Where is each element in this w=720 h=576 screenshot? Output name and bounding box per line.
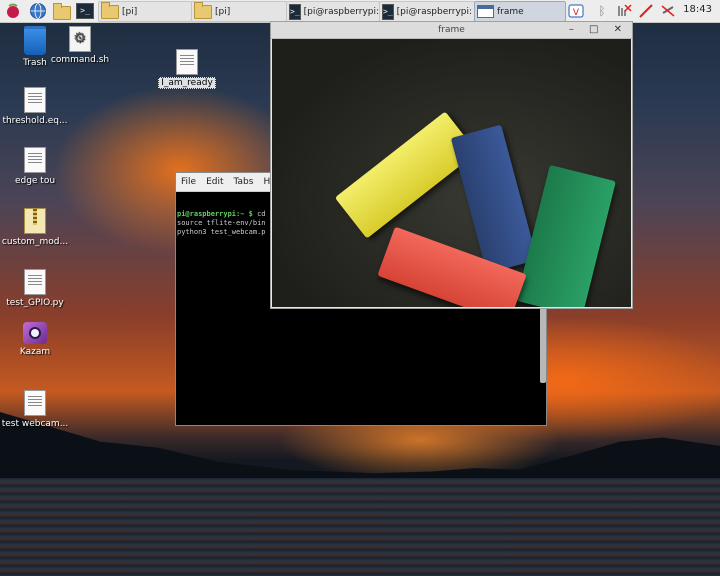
desktop-icon-threshold[interactable]: threshold.eq...: [0, 87, 70, 126]
desktop-icon-kazam[interactable]: Kazam: [0, 322, 70, 357]
frame-titlebar[interactable]: frame – □ ✕: [271, 22, 632, 39]
menu-file[interactable]: File: [176, 177, 201, 187]
desktop-icon-edge[interactable]: edge tou: [0, 147, 70, 186]
bluetooth-icon[interactable]: ᛒ: [594, 3, 610, 19]
raspberry-menu-icon[interactable]: [4, 1, 22, 21]
window-controls[interactable]: – □ ✕: [569, 22, 628, 38]
desktop-icon-label: I_am_ready: [158, 77, 216, 89]
menu-tabs[interactable]: Tabs: [229, 177, 259, 187]
taskbar-button-pi-folder-2[interactable]: [pi]: [191, 1, 287, 22]
desktop-icon-i-am-ready[interactable]: I_am_ready: [152, 49, 222, 89]
svg-text:V: V: [573, 8, 580, 18]
taskbar-button-pi-folder-1[interactable]: [pi]: [98, 1, 192, 22]
window-icon: [477, 5, 494, 18]
desktop-icon-label: test_GPIO.py: [6, 298, 64, 308]
globe-icon[interactable]: [29, 1, 47, 21]
terminal-launcher-icon[interactable]: >_: [76, 1, 97, 21]
menu-edit[interactable]: Edit: [201, 177, 228, 187]
terminal-line: python3 test_webcam.p: [177, 228, 266, 236]
volume-muted-icon[interactable]: [638, 3, 654, 19]
network-disconnected-icon[interactable]: [616, 3, 632, 19]
terminal-line: source tflite-env/bin: [177, 219, 266, 227]
text-file-icon: [24, 147, 46, 173]
text-file-icon: [24, 87, 46, 113]
terminal-command: cd: [252, 210, 266, 218]
desktop-icon-custom-model[interactable]: custom_mod...: [0, 208, 70, 247]
power-disconnected-icon[interactable]: [660, 3, 676, 19]
terminal-scrollbar[interactable]: [540, 303, 546, 383]
webcam-image: [272, 39, 631, 307]
desktop-icon-label: command.sh: [50, 55, 110, 65]
desktop-icon-command-sh[interactable]: command.sh: [45, 26, 115, 65]
green-block: [516, 164, 616, 307]
desktop-icon-label: custom_mod...: [1, 237, 69, 247]
archive-file-icon: [24, 208, 46, 234]
frame-window[interactable]: frame – □ ✕: [270, 21, 633, 309]
desktop-icon-label: Kazam: [19, 347, 51, 357]
text-file-icon: [24, 390, 46, 416]
lake-water: [0, 478, 720, 576]
taskbar-button-label: [pi@raspberrypi: ~: [396, 6, 475, 17]
desktop-icon-label: edge tou: [14, 176, 56, 186]
file-manager-icon[interactable]: [53, 1, 74, 21]
terminal-prompt: pi@raspberrypi:~ $: [177, 210, 253, 218]
desktop-icon-label: threshold.eq...: [2, 116, 68, 126]
taskbar-button-label: [pi]: [122, 6, 138, 17]
text-file-icon: [24, 269, 46, 295]
folder-icon: [194, 2, 212, 19]
trash-icon: [24, 26, 46, 55]
vnc-icon[interactable]: V: [568, 3, 584, 19]
desktop-icon-test-webcam[interactable]: test webcam...: [0, 390, 70, 429]
script-file-icon: [69, 26, 91, 52]
frame-title: frame: [438, 25, 465, 35]
clock[interactable]: 18:43: [683, 4, 712, 15]
taskbar-button-terminal-2[interactable]: >_ [pi@raspberrypi: ~: [379, 1, 475, 22]
camera-icon: [23, 322, 47, 344]
taskbar-button-label: [pi]: [215, 6, 231, 17]
terminal-icon: >_: [289, 3, 301, 20]
terminal-icon: >_: [382, 3, 394, 20]
folder-icon: [101, 2, 119, 19]
taskbar-button-terminal-1[interactable]: >_ [pi@raspberrypi: ...: [286, 1, 380, 22]
text-file-icon: [176, 49, 198, 75]
taskbar-button-label: [pi@raspberrypi: ...: [303, 6, 380, 17]
taskbar-button-frame[interactable]: frame: [474, 1, 566, 22]
taskbar-button-label: frame: [497, 6, 524, 17]
taskbar: >_ [pi] [pi] >_ [pi@raspberrypi: ... >_ …: [0, 0, 720, 23]
yellow-block: [334, 111, 478, 239]
desktop-icon-label: test webcam...: [1, 419, 69, 429]
desktop-icon-test-gpio[interactable]: test_GPIO.py: [0, 269, 70, 308]
